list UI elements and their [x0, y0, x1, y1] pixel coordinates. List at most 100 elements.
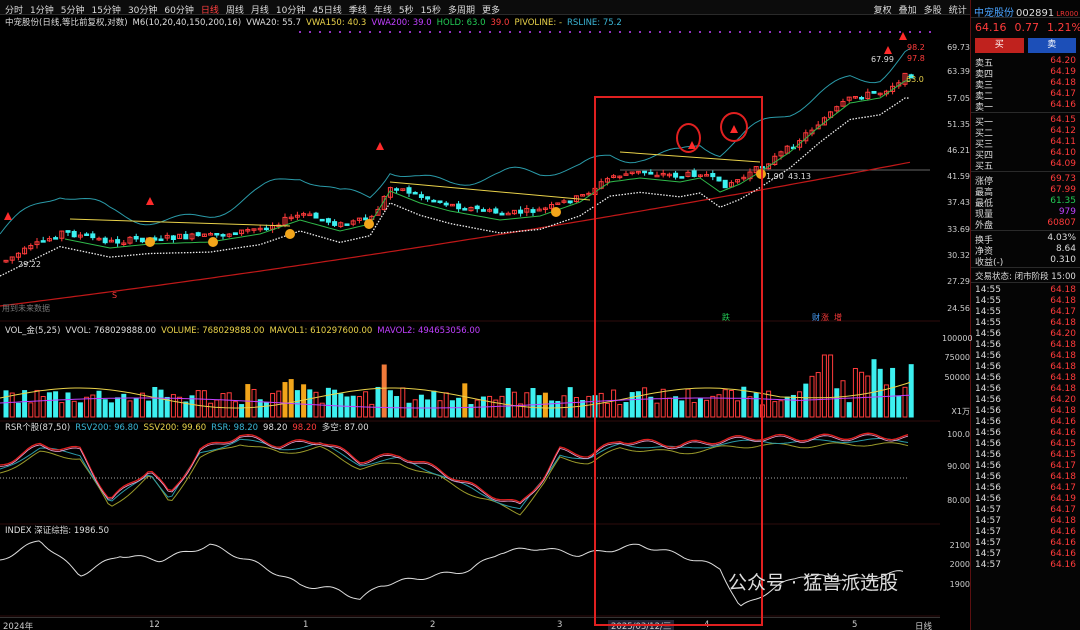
period-tab[interactable]: 1分钟 — [30, 6, 54, 16]
volume-bar — [3, 390, 9, 418]
candle-body — [332, 221, 338, 226]
tick-list[interactable]: 14:55 64.18 14:55 64.18 14:55 64.17 14:55 64.18… — [971, 285, 1080, 571]
toolbar-item[interactable]: 统计 — [949, 6, 967, 16]
tick-time: 14:56 — [975, 384, 1001, 394]
signal-dot — [479, 31, 481, 33]
volume-bar — [40, 396, 46, 418]
volume-bar — [902, 386, 908, 418]
date-label: 12 — [149, 620, 160, 630]
stock-name[interactable]: 中宠股份 — [974, 8, 1014, 19]
buy-button[interactable]: 买 — [975, 38, 1024, 53]
period-tab[interactable]: 5秒 — [399, 6, 414, 16]
period-tab[interactable]: 季线 — [349, 6, 367, 16]
signal-dot — [859, 31, 861, 33]
toolbar-item[interactable]: 叠加 — [899, 6, 917, 16]
volume-bar — [344, 396, 350, 418]
period-tab[interactable]: 日线 — [201, 6, 219, 16]
toolbar-item[interactable]: 复权 — [874, 6, 892, 16]
price-tick: 30.32 — [947, 251, 970, 260]
candle-body — [139, 237, 145, 243]
top-toolbar: 分时 1分钟 5分钟 15分钟 30分钟 60分钟 日线 周线 月线 10分钟 45日线 季线 年线 5秒… — [0, 0, 1080, 16]
buy-marker — [364, 219, 374, 229]
volume-bar — [580, 400, 586, 418]
signal-dot — [409, 31, 411, 33]
tick-price: 64.18 — [1050, 285, 1076, 295]
rsr-legend-item: 98.20 — [292, 423, 317, 433]
volume-bar — [133, 398, 139, 418]
period-tab[interactable]: 15分钟 — [91, 6, 120, 16]
period-tab[interactable]: 月线 — [251, 6, 269, 16]
tick-row: 14:56 64.16 — [971, 417, 1080, 428]
volume-bar — [468, 404, 474, 418]
sell-triangle — [884, 46, 892, 54]
tick-price: 64.18 — [1050, 472, 1076, 482]
signal-dot — [539, 31, 541, 33]
order-book: 卖五 64.20 卖四 64.19 卖三 64.18 卖二 64.17 卖一 64.16 买一 64.… — [971, 56, 1080, 283]
volume-bar — [71, 400, 77, 418]
rsr-legend-item: SSV200: 99.60 — [143, 423, 207, 433]
signal-dot — [929, 31, 931, 33]
period-tabs: 分时 1分钟 5分钟 15分钟 30分钟 60分钟 日线 周线 月线 10分钟 45日线 季线 年线 5秒… — [5, 3, 507, 16]
stat-row: 最低 61.35 — [971, 196, 1080, 209]
period-tab[interactable]: 10分钟 — [276, 6, 305, 16]
volume-bar — [307, 389, 313, 418]
watermark: 公众号 · 猛兽派选股 — [728, 572, 899, 594]
stat-row: 外盘 60807 — [971, 218, 1080, 231]
price-change-pct: 1.21% — [1047, 21, 1080, 34]
signal-dot — [529, 31, 531, 33]
volume-bar — [158, 389, 164, 418]
buy-marker — [208, 237, 218, 247]
tick-row: 14:56 64.18 — [971, 373, 1080, 384]
main-legend-item: HOLD: 63.0 — [436, 18, 486, 28]
tick-row: 14:56 64.15 — [971, 450, 1080, 461]
tick-price: 64.15 — [1050, 450, 1076, 460]
candle-body — [462, 208, 468, 211]
vol-tick: X1万 — [951, 407, 970, 416]
trading-app: 分时 1分钟 5分钟 15分钟 30分钟 60分钟 日线 周线 月线 10分钟 45日线 季线 年线 5秒… — [0, 0, 1080, 630]
candle-body — [220, 234, 226, 237]
ask-row: 卖二 64.17 — [971, 89, 1080, 102]
period-tab[interactable]: 周线 — [226, 6, 244, 16]
signal-dot — [359, 31, 361, 33]
volume-bar — [232, 401, 238, 418]
period-tab[interactable]: 年线 — [374, 6, 392, 16]
volume-bar — [201, 390, 207, 418]
volume-bar — [877, 368, 883, 418]
period-tab[interactable]: 5分钟 — [61, 6, 85, 16]
tick-row: 14:55 64.18 — [971, 318, 1080, 329]
volume-bar — [394, 396, 400, 418]
signal-dot — [609, 31, 611, 33]
stat-row-value: 69.73 — [1050, 174, 1076, 184]
tick-price: 64.18 — [1050, 362, 1076, 372]
tick-price: 64.16 — [1050, 560, 1076, 570]
signal-dot — [689, 31, 691, 33]
tick-row: 14:57 64.17 — [971, 505, 1080, 516]
toolbar-item[interactable]: 多股 — [924, 6, 942, 16]
period-tab[interactable]: 60分钟 — [164, 6, 193, 16]
volume-bar — [53, 391, 59, 418]
period-tab[interactable]: 30分钟 — [128, 6, 157, 16]
signal-dot — [369, 31, 371, 33]
tick-time: 14:56 — [975, 439, 1001, 449]
volume-bar — [102, 399, 108, 418]
tick-price: 64.18 — [1050, 384, 1076, 394]
candle-body — [344, 223, 350, 226]
date-label: 日线 — [915, 622, 933, 630]
candle-body — [115, 239, 121, 244]
sell-button[interactable]: 卖 — [1027, 38, 1076, 53]
period-tab[interactable]: 更多 — [482, 6, 500, 16]
stat-row-value: 60807 — [1047, 218, 1076, 228]
period-tab[interactable]: 45日线 — [312, 6, 341, 16]
period-tab[interactable]: 多周期 — [448, 6, 475, 16]
tick-time: 14:56 — [975, 417, 1001, 427]
signal-dot — [329, 31, 331, 33]
high-price-label: 67.99 — [871, 55, 894, 64]
period-tab[interactable]: 15秒 — [421, 6, 441, 16]
rsr-legend-item: RSR个股(87,50) — [5, 423, 71, 433]
volume-bar — [871, 359, 877, 418]
tick-time: 14:56 — [975, 450, 1001, 460]
signal-dot — [569, 31, 571, 33]
volume-bar — [908, 364, 914, 418]
period-tab[interactable]: 分时 — [5, 6, 23, 16]
volume-bar — [146, 400, 152, 418]
